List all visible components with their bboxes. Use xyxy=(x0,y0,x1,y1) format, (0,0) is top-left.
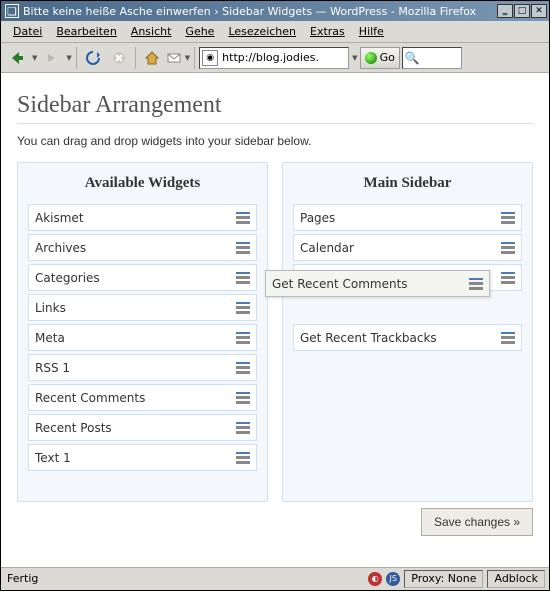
menu-hilfe[interactable]: Hilfe xyxy=(353,23,390,40)
page-content: Sidebar Arrangement You can drag and dro… xyxy=(1,73,549,567)
close-button[interactable]: ✕ xyxy=(531,4,547,18)
drag-handle-icon[interactable] xyxy=(501,330,515,346)
widget-item[interactable]: Akismet xyxy=(28,204,257,231)
mail-icon xyxy=(167,52,181,64)
back-arrow-icon xyxy=(8,49,26,67)
widget-panels: Available Widgets Akismet Archives Categor… xyxy=(17,162,533,502)
minimize-button[interactable]: ‗ xyxy=(497,4,513,18)
main-sidebar-panel: Main Sidebar PagesCalendarSearch Get Rec… xyxy=(282,162,533,502)
go-button[interactable]: Go xyxy=(360,47,400,69)
widget-label: Calendar xyxy=(300,241,501,255)
menu-datei[interactable]: Datei xyxy=(7,23,48,40)
window-title: Bitte keine heiße Asche einwerfen › Side… xyxy=(23,5,497,18)
menubar: Datei Bearbeiten Ansicht Gehe Lesezeiche… xyxy=(1,21,549,43)
sidebar-title: Main Sidebar xyxy=(293,175,522,192)
url-text: http://blog.jodies. xyxy=(222,51,319,64)
drag-handle-icon[interactable] xyxy=(236,270,250,286)
widget-item[interactable]: Links xyxy=(28,294,257,321)
widget-label: Recent Posts xyxy=(35,421,236,435)
drag-handle-icon[interactable] xyxy=(469,276,483,292)
search-icon: 🔍 xyxy=(405,51,420,65)
widget-label: Links xyxy=(35,301,236,315)
go-label: Go xyxy=(380,51,395,64)
statusbar: Fertig ◐ JS Proxy: None Adblock xyxy=(1,567,549,589)
drag-handle-icon[interactable] xyxy=(236,300,250,316)
drag-handle-icon[interactable] xyxy=(501,270,515,286)
widget-item[interactable]: Recent Comments xyxy=(28,384,257,411)
widget-label: Akismet xyxy=(35,211,236,225)
widget-item[interactable]: Recent Posts xyxy=(28,414,257,441)
widget-item[interactable]: Calendar xyxy=(293,234,522,261)
menu-extras[interactable]: Extras xyxy=(304,23,351,40)
window-titlebar: ❏ Bitte keine heiße Asche einwerfen › Si… xyxy=(1,1,549,21)
menu-ansicht[interactable]: Ansicht xyxy=(125,23,178,40)
back-button[interactable] xyxy=(5,46,29,70)
search-input[interactable]: 🔍 xyxy=(402,47,462,69)
drag-handle-icon[interactable] xyxy=(236,420,250,436)
widget-label: Get Recent Trackbacks xyxy=(300,331,501,345)
adblock-status[interactable]: Adblock xyxy=(487,570,545,588)
widget-item[interactable]: Text 1 xyxy=(28,444,257,471)
save-changes-button[interactable]: Save changes » xyxy=(421,508,533,536)
widget-label: Categories xyxy=(35,271,236,285)
drag-handle-icon[interactable] xyxy=(236,390,250,406)
mail-button[interactable] xyxy=(166,46,182,70)
dragging-widget[interactable]: Get Recent Comments xyxy=(265,270,490,297)
proxy-status[interactable]: Proxy: None xyxy=(404,570,483,588)
widget-label: RSS 1 xyxy=(35,361,236,375)
maximize-button[interactable]: □ xyxy=(514,4,530,18)
widget-label: Meta xyxy=(35,331,236,345)
status-text: Fertig xyxy=(5,572,364,585)
drag-handle-icon[interactable] xyxy=(236,210,250,226)
noscript-icon[interactable]: ◐ xyxy=(368,572,382,586)
mail-dropdown-icon[interactable]: ▼ xyxy=(185,54,190,62)
drag-handle-icon[interactable] xyxy=(236,360,250,376)
widget-label: Pages xyxy=(300,211,501,225)
menu-bearbeiten[interactable]: Bearbeiten xyxy=(50,23,122,40)
widget-item[interactable]: Archives xyxy=(28,234,257,261)
widget-label: Text 1 xyxy=(35,451,236,465)
url-dropdown-icon[interactable]: ▼ xyxy=(352,54,357,62)
available-title: Available Widgets xyxy=(28,175,257,192)
drag-handle-icon[interactable] xyxy=(236,240,250,256)
widget-item[interactable]: Pages xyxy=(293,204,522,231)
page-description: You can drag and drop widgets into your … xyxy=(17,134,533,148)
widget-label: Archives xyxy=(35,241,236,255)
page-heading: Sidebar Arrangement xyxy=(17,92,533,124)
stop-button[interactable] xyxy=(107,46,131,70)
drop-gap[interactable] xyxy=(293,294,522,324)
js-icon[interactable]: JS xyxy=(386,572,400,586)
dragging-widget-label: Get Recent Comments xyxy=(272,277,469,291)
drag-handle-icon[interactable] xyxy=(236,330,250,346)
back-dropdown-icon[interactable]: ▼ xyxy=(32,54,37,62)
app-icon: ❏ xyxy=(5,4,19,18)
home-icon xyxy=(144,50,160,66)
reload-icon xyxy=(85,50,101,66)
widget-item[interactable]: Meta xyxy=(28,324,257,351)
menu-gehe[interactable]: Gehe xyxy=(179,23,220,40)
url-input[interactable]: ◉ http://blog.jodies. xyxy=(199,47,349,69)
widget-item[interactable]: Get Recent Trackbacks xyxy=(293,324,522,351)
drag-handle-icon[interactable] xyxy=(501,240,515,256)
forward-dropdown-icon[interactable]: ▼ xyxy=(66,54,71,62)
widget-label: Recent Comments xyxy=(35,391,236,405)
toolbar: ▼ ▼ ▼ ◉ http://blog.jodies. ▼ Go 🔍 xyxy=(1,43,549,73)
home-button[interactable] xyxy=(140,46,164,70)
reload-button[interactable] xyxy=(81,46,105,70)
go-icon xyxy=(365,52,377,64)
widget-item[interactable]: RSS 1 xyxy=(28,354,257,381)
drag-handle-icon[interactable] xyxy=(236,450,250,466)
available-widgets-panel: Available Widgets Akismet Archives Categor… xyxy=(17,162,268,502)
widget-item[interactable]: Categories xyxy=(28,264,257,291)
drag-handle-icon[interactable] xyxy=(501,210,515,226)
stop-icon xyxy=(111,50,127,66)
forward-button[interactable] xyxy=(39,46,63,70)
forward-arrow-icon xyxy=(44,51,58,65)
page-icon: ◉ xyxy=(202,50,218,66)
menu-lesezeichen[interactable]: Lesezeichen xyxy=(222,23,302,40)
